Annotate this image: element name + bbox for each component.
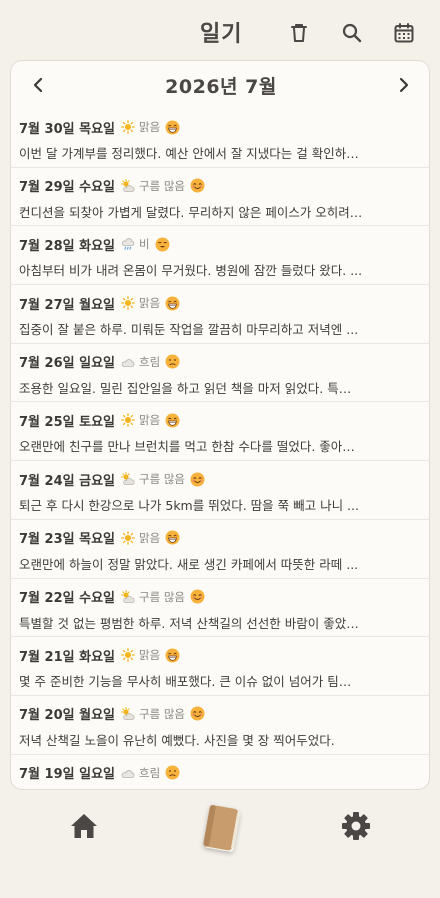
entry-list: 7월 30일 목요일 맑음 이번 달 가계부를 정리했다. 예산 안에서 잘 지냈다… — [11, 109, 429, 789]
weather-label: 흐림 — [139, 765, 161, 780]
diary-book-icon[interactable] — [198, 802, 244, 856]
grin-face-icon — [160, 648, 180, 663]
list-item[interactable]: 7월 27일 월요일 맑음집중이 잘 붙은 하루. 미뤄둔 작업을 깔끔히 마무리… — [11, 285, 429, 344]
entry-date: 7월 28일 화요일 — [19, 238, 115, 254]
list-item[interactable]: 7월 19일 일요일 흐림 — [11, 755, 429, 789]
entry-preview-text: 아침부터 비가 내려 온몸이 무거웠다. 병원에 잠깐 들렀다 왔다. ... — [19, 263, 363, 279]
entry-date: 7월 25일 토요일 — [19, 414, 115, 430]
entry-preview-text: 조용한 일요일. 밀린 집안일을 하고 읽던 책을 마저 읽었다. 특… — [19, 380, 352, 396]
cloud-icon — [115, 355, 135, 369]
entry-date: 7월 19일 일요일 — [19, 767, 115, 783]
entry-date: 7월 29일 수요일 — [19, 180, 115, 196]
entry-header: 7월 20일 월요일 구름 많음 — [19, 704, 423, 724]
entry-date: 7월 27일 월요일 — [19, 297, 115, 313]
entry-header: 7월 30일 목요일 맑음 — [19, 117, 423, 137]
search-icon[interactable] — [339, 20, 365, 46]
smile-face-icon — [185, 472, 205, 487]
sun-icon — [115, 648, 135, 663]
grin-face-icon — [160, 296, 180, 311]
tired-face-icon — [150, 237, 170, 252]
grin-face-icon — [160, 530, 180, 545]
smile-face-icon — [185, 706, 205, 721]
neutral-face-icon — [160, 765, 180, 780]
grin-face-icon — [160, 413, 180, 428]
list-item[interactable]: 7월 21일 화요일 맑음몇 주 준비한 기능을 무사히 배포했다. 큰 이슈 없… — [11, 637, 429, 696]
entry-preview-text: 특별할 것 없는 평범한 하루. 저녁 산책길의 선선한 바람이 좋았… — [19, 615, 359, 631]
entry-date: 7월 26일 일요일 — [19, 356, 115, 372]
entry-date: 7월 20일 월요일 — [19, 708, 115, 724]
trash-icon[interactable] — [286, 20, 312, 46]
list-item[interactable]: 7월 22일 수요일 구름 많음특별할 것 없는 평범한 하루. 저녁 산책길의 … — [11, 579, 429, 638]
neutral-face-icon — [160, 354, 180, 369]
entry-header: 7월 24일 금요일 구름 많음 — [19, 469, 423, 489]
home-icon[interactable] — [68, 810, 100, 842]
list-item[interactable]: 7월 24일 금요일 구름 많음퇴근 후 다시 한강으로 나가 5km를 뛰었다.… — [11, 461, 429, 520]
weather-label: 맑음 — [139, 530, 161, 545]
weather-label: 구름 많음 — [139, 178, 185, 193]
list-item[interactable]: 7월 26일 일요일 흐림조용한 일요일. 밀린 집안일을 하고 읽던 책을 마저… — [11, 344, 429, 403]
bottom-nav — [0, 790, 440, 898]
weather-label: 흐림 — [139, 354, 161, 369]
entry-date: 7월 23일 목요일 — [19, 532, 115, 548]
weather-label: 구름 많음 — [139, 472, 185, 487]
settings-gear-icon[interactable] — [340, 810, 372, 842]
calendar-icon[interactable] — [391, 20, 417, 46]
next-month-button[interactable] — [389, 73, 419, 97]
month-navigator: 2026년 7월 — [11, 61, 429, 109]
partly-cloudy-icon — [115, 472, 135, 486]
entry-header: 7월 21일 화요일 맑음 — [19, 645, 423, 665]
list-item[interactable]: 7월 29일 수요일 구름 많음컨디션을 되찾아 가볍게 달렸다. 무리하지 않은… — [11, 168, 429, 227]
entry-header: 7월 26일 일요일 흐림 — [19, 352, 423, 372]
cloud-icon — [115, 766, 135, 780]
top-bar: 일기 — [0, 0, 440, 60]
list-item[interactable]: 7월 30일 목요일 맑음이번 달 가계부를 정리했다. 예산 안에서 잘 지냈다… — [11, 109, 429, 168]
sun-icon — [115, 413, 135, 428]
weather-label: 구름 많음 — [139, 706, 185, 721]
entry-date: 7월 21일 화요일 — [19, 649, 115, 665]
entry-preview-text: 오랜만에 하늘이 정말 맑았다. 새로 생긴 카페에서 따뜻한 라떼 ... — [19, 556, 359, 572]
entry-preview-text: 집중이 잘 붙은 하루. 미뤄둔 작업을 깔끔히 마무리하고 저녁엔 ... — [19, 322, 359, 338]
entry-date: 7월 24일 금요일 — [19, 473, 115, 489]
diary-list-card: 2026년 7월 7월 30일 목요일 맑음 이번 달 가계부를 정리했다. 예산 … — [10, 60, 430, 790]
entry-header: 7월 22일 수요일 구름 많음 — [19, 587, 423, 607]
smile-face-icon — [185, 589, 205, 604]
entry-preview-text: 몇 주 준비한 기능을 무사히 배포했다. 큰 이슈 없이 넘어가 팀… — [19, 674, 352, 690]
entry-preview-text: 저녁 산책길 노을이 유난히 예뻤다. 사진을 몇 장 찍어두었다. — [19, 732, 335, 748]
list-item[interactable]: 7월 28일 화요일 비아침부터 비가 내려 온몸이 무거웠다. 병원에 잠깐 들… — [11, 226, 429, 286]
entry-header: 7월 19일 일요일 흐림 — [19, 763, 423, 783]
entry-date: 7월 22일 수요일 — [19, 591, 115, 606]
entry-preview-text: 퇴근 후 다시 한강으로 나가 5km를 뛰었다. 땀을 쭉 빼고 나니 ... — [19, 498, 359, 514]
weather-label: 구름 많음 — [139, 589, 185, 604]
entry-preview-text: 컨디션을 되찾아 가볍게 달렸다. 무리하지 않은 페이스가 오히려… — [19, 204, 363, 220]
entry-header: 7월 28일 화요일 비 — [19, 234, 423, 254]
partly-cloudy-icon — [115, 589, 135, 604]
entry-preview-text: 오랜만에 친구를 만나 브런치를 먹고 한참 수다를 떨었다. 좋아… — [19, 439, 355, 455]
entry-header: 7월 25일 토요일 맑음 — [19, 410, 423, 430]
app-title: 일기 — [200, 22, 243, 47]
sun-icon — [115, 120, 135, 134]
sun-icon — [115, 296, 135, 310]
grin-face-icon — [160, 120, 180, 135]
weather-label: 맑음 — [139, 120, 161, 134]
weather-label: 맑음 — [139, 413, 161, 428]
entry-date: 7월 30일 목요일 — [19, 121, 115, 137]
weather-label: 맑음 — [139, 296, 161, 311]
sun-icon — [115, 530, 135, 545]
entry-header: 7월 27일 월요일 맑음 — [19, 293, 423, 313]
month-title: 2026년 7월 — [165, 76, 277, 98]
rain-icon — [115, 237, 135, 251]
partly-cloudy-icon — [115, 178, 135, 193]
smile-face-icon — [185, 178, 205, 193]
list-item[interactable]: 7월 25일 토요일 맑음오랜만에 친구를 만나 브런치를 먹고 한참 수다를 떨… — [11, 402, 429, 462]
partly-cloudy-icon — [115, 706, 135, 721]
list-item[interactable]: 7월 20일 월요일 구름 많음저녁 산책길 노을이 유난히 예뻤다. 사진을 몇… — [11, 696, 429, 755]
entry-header: 7월 29일 수요일 구름 많음 — [19, 176, 423, 196]
weather-label: 맑음 — [139, 648, 161, 663]
entry-header: 7월 23일 목요일 맑음 — [19, 528, 423, 548]
entry-preview-text: 이번 달 가계부를 정리했다. 예산 안에서 잘 지냈다는 걸 확인하… — [19, 146, 359, 161]
list-item[interactable]: 7월 23일 목요일 맑음오랜만에 하늘이 정말 맑았다. 새로 생긴 카페에서 … — [11, 520, 429, 579]
weather-label: 비 — [139, 237, 150, 252]
